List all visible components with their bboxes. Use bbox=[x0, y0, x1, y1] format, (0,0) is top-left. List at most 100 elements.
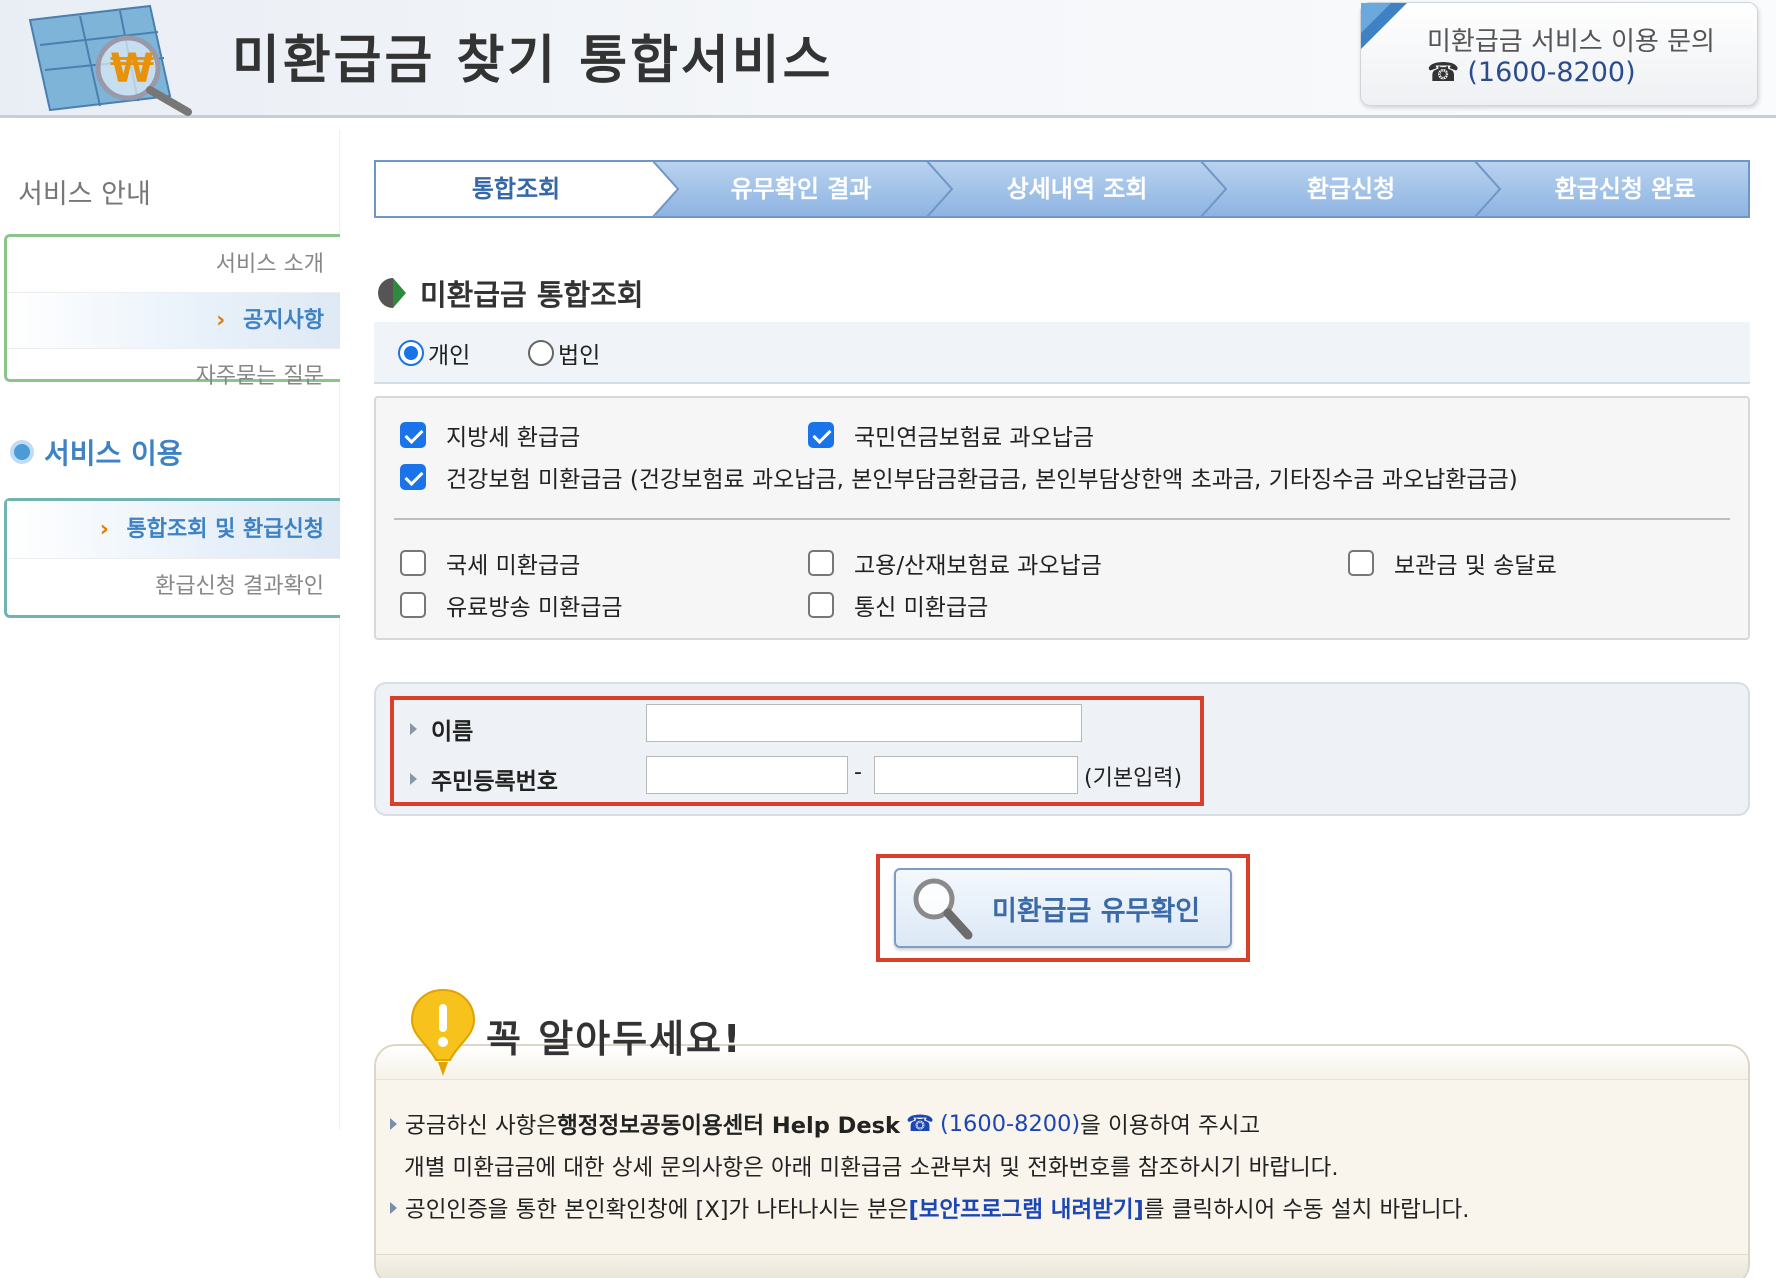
notice-line-1: 궁금하신 사항은 행정정보공동이용센터 Help Desk ☎ (1600-82… bbox=[390, 1108, 1260, 1140]
step-refund-apply: 환급신청 bbox=[1306, 175, 1396, 203]
chevron-right-icon: › bbox=[99, 517, 109, 542]
site-title: 미환급금 찾기 통합서비스 bbox=[232, 31, 834, 91]
check-deposit[interactable]: 보관금 및 송달료 bbox=[1348, 546, 1557, 580]
refund-logo-icon[interactable]: ₩ bbox=[10, 0, 210, 116]
section-title: 미환급금 통합조회 bbox=[378, 272, 644, 314]
step-refund-complete: 환급신청 완료 bbox=[1554, 175, 1696, 203]
check-national-tax[interactable]: 국세 미환급금 bbox=[400, 546, 580, 580]
check-label: 국세 미환급금 bbox=[446, 553, 581, 579]
refund-type-checklist: 지방세 환급금 국민연금보험료 과오납금 건강보험 미환급금 (건강보험료 과오… bbox=[374, 396, 1750, 640]
check-label: 보관금 및 송달료 bbox=[1394, 553, 1557, 579]
notice-phone: (1600-8200) bbox=[939, 1111, 1081, 1137]
check-refund-button[interactable]: 미환급금 유무확인 bbox=[894, 868, 1232, 948]
check-local-tax[interactable]: 지방세 환급금 bbox=[400, 418, 580, 452]
notice-helpdesk: 행정정보공동이용센터 Help Desk bbox=[557, 1113, 900, 1139]
check-label: 지방세 환급금 bbox=[446, 425, 581, 451]
radio-corporation[interactable]: 법인 bbox=[528, 336, 600, 370]
exclamation-bulb-icon bbox=[410, 988, 476, 1076]
step-integrated-search: 통합조회 bbox=[376, 162, 656, 216]
check-cable-tv[interactable]: 유료방송 미환급금 bbox=[400, 588, 623, 622]
radio-individual-label: 개인 bbox=[428, 343, 471, 369]
radio-selected-icon[interactable] bbox=[398, 340, 424, 366]
contact-label: 미환급금 서비스 이용 문의 bbox=[1427, 27, 1715, 57]
sidebar-item-label: 환급신청 결과확인 bbox=[155, 574, 324, 599]
check-telecom[interactable]: 통신 미환급금 bbox=[808, 588, 988, 622]
step-detail-inquiry: 상세내역 조회 bbox=[1006, 175, 1148, 203]
corner-ribbon-icon bbox=[1361, 3, 1407, 49]
sidebar-item-refund-result[interactable]: 환급신청 결과확인 bbox=[7, 559, 340, 615]
notice-title: 꼭 알아두세요! bbox=[486, 1017, 743, 1061]
checkbox-checked-icon[interactable] bbox=[808, 422, 834, 448]
checkbox-unchecked-icon[interactable] bbox=[808, 592, 834, 618]
triangle-bullet-icon bbox=[390, 1118, 397, 1130]
circle-bullet-icon bbox=[10, 440, 34, 464]
magnifier-icon bbox=[913, 878, 973, 940]
check-label: 고용/산재보험료 과오납금 bbox=[854, 553, 1102, 579]
sidebar-use-menu: › 통합조회 및 환급신청 환급신청 결과확인 bbox=[4, 498, 340, 618]
rrn-label: 주민등록번호 bbox=[410, 762, 558, 796]
sidebar-item-integrated-search[interactable]: › 통합조회 및 환급신청 bbox=[7, 501, 340, 559]
checkbox-checked-icon[interactable] bbox=[400, 422, 426, 448]
radio-corporation-label: 법인 bbox=[558, 343, 601, 369]
sidebar-item-notice[interactable]: › 공지사항 bbox=[7, 293, 340, 349]
contact-phone: (1600-8200) bbox=[1467, 57, 1636, 88]
radio-individual[interactable]: 개인 bbox=[398, 336, 470, 370]
checkbox-unchecked-icon[interactable] bbox=[808, 550, 834, 576]
svg-text:₩: ₩ bbox=[110, 46, 154, 92]
contact-box: 미환급금 서비스 이용 문의 ☎ (1600-8200) bbox=[1360, 2, 1758, 106]
site-header: ₩ 미환급금 찾기 통합서비스 미환급금 서비스 이용 문의 ☎ (1600-8… bbox=[0, 0, 1776, 118]
sidebar-use-title-text: 서비스 이용 bbox=[44, 437, 183, 470]
checkbox-unchecked-icon[interactable] bbox=[400, 592, 426, 618]
sidebar-item-label: 자주묻는 질문 bbox=[195, 364, 324, 389]
sidebar-guide-menu: 서비스 소개 › 공지사항 자주묻는 질문 bbox=[4, 234, 340, 389]
divider bbox=[394, 518, 1730, 520]
notice-line-2: 개별 미환급금에 대한 상세 문의사항은 아래 미환급금 소관부처 및 전화번호… bbox=[404, 1150, 1339, 1182]
check-pension[interactable]: 국민연금보험료 과오납금 bbox=[808, 418, 1094, 452]
checkbox-unchecked-icon[interactable] bbox=[400, 550, 426, 576]
sidebar-use-title: 서비스 이용 bbox=[10, 432, 183, 472]
step-existence-result: 유무확인 결과 bbox=[730, 175, 872, 203]
section-marker-icon bbox=[378, 278, 406, 308]
notice-text: 궁금하신 사항은 bbox=[405, 1113, 558, 1139]
rrn-label-text: 주민등록번호 bbox=[431, 769, 558, 795]
notice-text: 을 이용하여 주시고 bbox=[1080, 1113, 1261, 1139]
identity-form: 이름 주민등록번호 - (기본입력) bbox=[374, 682, 1750, 816]
check-label: 유료방송 미환급금 bbox=[446, 595, 623, 621]
rrn-front-input[interactable] bbox=[646, 756, 848, 794]
sidebar-item-label: 공지사항 bbox=[243, 308, 324, 333]
sidebar-item-faq[interactable]: 자주묻는 질문 bbox=[7, 349, 340, 405]
name-label-text: 이름 bbox=[431, 719, 474, 745]
notice-text: 를 클릭하시어 수동 설치 바랍니다. bbox=[1143, 1197, 1470, 1223]
sidebar-item-label: 통합조회 및 환급신청 bbox=[126, 517, 324, 542]
notice-box: 궁금하신 사항은 행정정보공동이용센터 Help Desk ☎ (1600-82… bbox=[374, 1044, 1750, 1278]
user-type-bar: 개인 법인 bbox=[374, 322, 1750, 384]
triangle-bullet-icon bbox=[390, 1202, 397, 1214]
check-employment-insurance[interactable]: 고용/산재보험료 과오납금 bbox=[808, 546, 1102, 580]
step-navigation: 통합조회 유무확인 결과 상세내역 조회 환급신청 환급신청 완료 bbox=[374, 160, 1750, 218]
notice-text: 개별 미환급금에 대한 상세 문의사항은 아래 미환급금 소관부처 및 전화번호… bbox=[404, 1155, 1339, 1181]
triangle-bullet-icon bbox=[410, 723, 417, 735]
rrn-dash: - bbox=[854, 760, 862, 785]
rrn-back-input[interactable] bbox=[874, 756, 1078, 794]
phone-icon: ☎ bbox=[905, 1111, 934, 1137]
check-label: 통신 미환급금 bbox=[854, 595, 989, 621]
notice-text: 공인인증을 통한 본인확인창에 [X]가 나타나시는 분은 bbox=[405, 1197, 909, 1223]
section-title-text: 미환급금 통합조회 bbox=[420, 278, 644, 312]
security-program-download-link[interactable]: [보안프로그램 내려받기] bbox=[908, 1192, 1143, 1224]
checkbox-unchecked-icon[interactable] bbox=[1348, 550, 1374, 576]
name-input[interactable] bbox=[646, 704, 1082, 742]
sidebar-item-service-intro[interactable]: 서비스 소개 bbox=[7, 237, 340, 293]
check-label: 국민연금보험료 과오납금 bbox=[854, 425, 1095, 451]
sidebar: 서비스 안내 서비스 소개 › 공지사항 자주묻는 질문 서비스 이용 › 통합… bbox=[0, 130, 340, 1130]
name-label: 이름 bbox=[410, 712, 473, 746]
radio-unselected-icon[interactable] bbox=[528, 340, 554, 366]
check-health-insurance[interactable]: 건강보험 미환급금 (건강보험료 과오납금, 본인부담금환급금, 본인부담상한액… bbox=[400, 460, 1518, 494]
phone-icon: ☎ bbox=[1427, 57, 1460, 88]
sidebar-guide-title: 서비스 안내 bbox=[18, 179, 151, 210]
notice-line-3: 공인인증을 통한 본인확인창에 [X]가 나타나시는 분은 [보안프로그램 내려… bbox=[390, 1192, 1469, 1224]
sidebar-item-label: 서비스 소개 bbox=[215, 252, 324, 277]
checkbox-checked-icon[interactable] bbox=[400, 464, 426, 490]
check-label: 건강보험 미환급금 (건강보험료 과오납금, 본인부담금환급금, 본인부담상한액… bbox=[446, 467, 1518, 493]
chevron-right-icon: › bbox=[216, 308, 226, 333]
notice-bottom-strip bbox=[376, 1254, 1748, 1278]
